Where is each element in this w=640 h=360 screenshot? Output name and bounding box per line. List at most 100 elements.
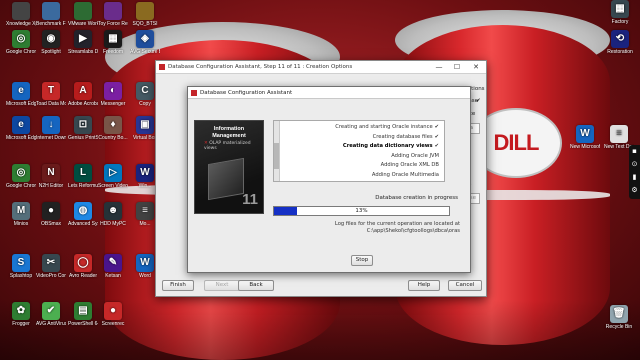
desktop-icon-label: Internet Download... <box>36 135 66 141</box>
progress-dialog-titlebar[interactable]: Database Configuration Assistant <box>188 87 470 99</box>
desktop-icon[interactable]: Xnowledge Xpert <box>6 2 36 27</box>
help-button[interactable]: Help <box>408 280 440 291</box>
app-icon <box>74 2 92 20</box>
desktop-icon-label: Splashtop <box>9 273 33 279</box>
app-icon: ✔ <box>42 302 60 320</box>
desktop-icon[interactable]: ☻ HDD MyPC <box>98 202 128 227</box>
finish-button[interactable]: Finish <box>162 280 194 291</box>
desktop-icon[interactable]: N N2H Editor <box>36 164 66 189</box>
minimize-icon[interactable]: — <box>430 63 448 71</box>
app-icon: ◉ <box>42 30 60 48</box>
close-icon[interactable]: ✕ <box>466 63 486 71</box>
desktop-icon[interactable]: eMicrosoft Edge <box>6 116 36 141</box>
desktop-icon[interactable]: ◎Google Chrome <box>6 30 36 55</box>
desktop-icon-label: Adobe Acrobat <box>68 101 98 107</box>
desktop-icon[interactable]: SQO_BTSI <box>130 2 160 27</box>
stop-button[interactable]: Stop <box>351 255 373 266</box>
desktop-icon-label: Google Chrome <box>6 49 36 55</box>
dbca-main-title: Database Configuration Assistant, Step 1… <box>168 64 353 70</box>
battery-icon[interactable]: ▮ <box>629 171 640 184</box>
app-icon: W <box>136 164 154 182</box>
desktop-icon-label: Recycle Bin <box>605 324 633 330</box>
desktop-icon[interactable]: ▶Streamlabs Desktop <box>68 30 98 55</box>
step-item: Adding Oracle Multimedia <box>372 172 439 178</box>
desktop-icon-label: OBSmax <box>40 221 61 227</box>
maximize-icon[interactable]: ☐ <box>448 63 466 71</box>
desktop-icon[interactable]: M Minios <box>6 202 36 227</box>
app-icon: ◈ <box>136 30 154 48</box>
progress-bar: 13% <box>273 206 450 216</box>
desktop-icon[interactable]: ✂VideoPro Converter <box>36 254 66 279</box>
cancel-button[interactable]: Cancel <box>448 280 482 291</box>
desktop-icon-label: Screenrec <box>101 321 125 327</box>
dbca-main-titlebar[interactable]: Database Configuration Assistant, Step 1… <box>156 61 486 74</box>
desktop-icon[interactable]: ⊡Genius PrintScreen <box>68 116 98 141</box>
gear-icon[interactable]: ⚙ <box>629 184 640 197</box>
desktop-icon-label: AVG AntiVirus <box>36 321 66 327</box>
desktop-icon[interactable]: ◎Google Chrome <box>6 164 36 189</box>
desktop-icon[interactable]: S Splashtop <box>6 254 36 279</box>
oracle-app-icon <box>191 89 197 96</box>
desktop-icon[interactable]: TToad Data Modeler 8 <box>36 82 66 107</box>
app-icon: ✂ <box>42 254 60 272</box>
app-icon: T <box>42 82 60 100</box>
desktop-icon[interactable]: ◯ Avro Reader <box>68 254 98 279</box>
desktop-icon[interactable]: LLets Reformule <box>68 164 98 189</box>
desktop-icon-label: Genius PrintScreen <box>68 135 98 141</box>
app-icon: C <box>136 82 154 100</box>
desktop-icon-label: Streamlabs Desktop <box>68 49 98 55</box>
record-icon[interactable]: ⊙ <box>629 158 640 171</box>
desktop-icon[interactable]: ♦ Country Bo... <box>98 116 128 141</box>
desktop-icon[interactable]: ↓Internet Download... <box>36 116 66 141</box>
app-icon <box>42 2 60 20</box>
desktop-icon[interactable]: ▦ Factory <box>605 0 635 25</box>
desktop-icon-label: Microsoft Edge <box>6 135 36 141</box>
desktop-icon[interactable]: ● OBSmax <box>36 202 66 227</box>
desktop-icon[interactable]: ◐ Messenger <box>98 82 128 107</box>
step-label: Adding Oracle XML DB <box>380 162 439 168</box>
desktop-icon-label: Restoration <box>607 49 633 55</box>
desktop-icon[interactable]: WNew Microsoft... <box>570 125 600 150</box>
back-button[interactable]: Back <box>238 280 274 291</box>
app-icon: 🗑 <box>610 305 628 323</box>
desktop-icon[interactable]: eMicrosoft Edge <box>6 82 36 107</box>
desktop-icon[interactable]: ◈AVG Secure Browser <box>130 30 160 55</box>
desktop-icon[interactable]: ✿ Frogger <box>6 302 36 327</box>
desktop-icon[interactable]: ◍Advanced SystemCare <box>68 202 98 227</box>
progress-status: Database creation in progress <box>375 195 458 201</box>
step-item: Adding Oracle JVM <box>391 153 439 159</box>
desktop-icon[interactable]: ▤PowerShell 64-bit IS... <box>68 302 98 327</box>
desktop-icon[interactable]: A Adobe Acrobat <box>68 82 98 107</box>
steps-scrollbar[interactable] <box>274 121 280 181</box>
log-location-label: Log files for the current operation are … <box>334 221 460 227</box>
dbca-progress-dialog: Database Configuration Assistant Informa… <box>187 86 471 273</box>
desktop-icon[interactable]: ● Screenrec <box>98 302 128 327</box>
step-label: Creating database files <box>372 133 433 140</box>
camera-icon[interactable]: ▪ <box>629 145 640 158</box>
side-toolbar: ▪ ⊙ ▮ ⚙ <box>629 145 640 199</box>
desktop-icon-label: PowerShell 64-bit IS... <box>68 321 98 327</box>
desktop-icon-label: N2H Editor <box>38 183 64 189</box>
app-icon: M <box>12 202 30 220</box>
desktop-icon-label: Microsoft Edge <box>6 101 36 107</box>
desktop-icon[interactable]: ◉ Spotlight <box>36 30 66 55</box>
app-icon: S <box>12 254 30 272</box>
desktop-icon[interactable]: VMware Workstati... <box>68 2 98 27</box>
desktop-icon[interactable]: ▷Screen Video Capture Sof... <box>98 164 128 189</box>
app-icon: e <box>12 82 30 100</box>
desktop-icon[interactable]: ▦ Freedom <box>98 30 128 55</box>
desktop-icon[interactable]: ✎ Ketsan <box>98 254 128 279</box>
desktop-icon-label: Toy Force Reloaded <box>98 21 128 27</box>
desktop-icon[interactable]: Toy Force Reloaded <box>98 2 128 27</box>
desktop-icon[interactable]: ✔ AVG AntiVirus <box>36 302 66 327</box>
desktop-icon-label: VideoPro Converter <box>36 273 66 279</box>
app-icon: N <box>42 164 60 182</box>
next-button[interactable]: Next <box>204 280 240 291</box>
desktop-icon[interactable]: Benchmark Factory 8... <box>36 2 66 27</box>
progress-dialog-title: Database Configuration Assistant <box>200 89 293 96</box>
desktop-icon[interactable]: ⟲ Restoration <box>605 30 635 55</box>
step-item: Creating and starting Oracle instance ✔ <box>335 124 439 130</box>
desktop-icon[interactable]: 🗑 Recycle Bin <box>604 305 634 330</box>
scrollbar-thumb[interactable] <box>274 143 279 169</box>
check-icon[interactable]: ✔ <box>476 98 481 104</box>
